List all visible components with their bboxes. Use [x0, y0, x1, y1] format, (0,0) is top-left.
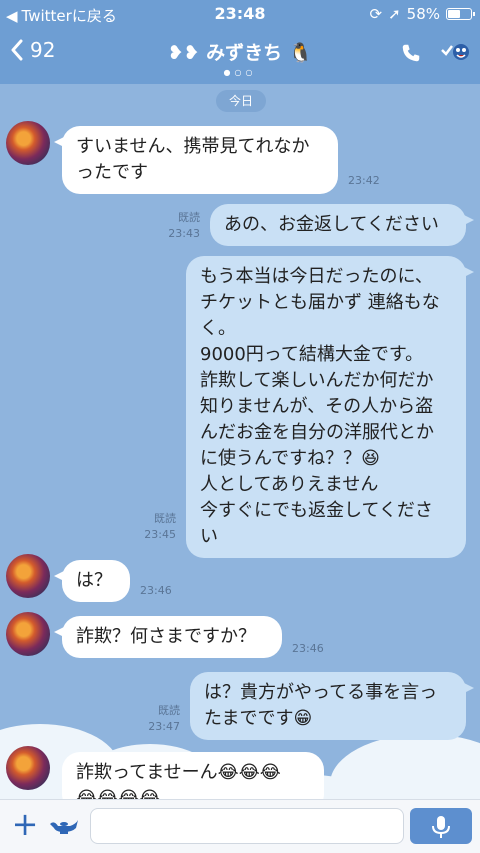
message-time: 23:46	[292, 642, 324, 655]
unread-count: 92	[30, 38, 56, 62]
chat-title-text: みずきち	[206, 42, 283, 64]
status-indicators: ⟳ ➚ 58%	[369, 5, 475, 23]
message-bubble-incoming[interactable]: は？	[54, 560, 130, 602]
page-indicator: ●○○	[223, 68, 257, 77]
rotation-lock-icon: ⟳	[369, 5, 383, 23]
chat-area[interactable]: 今日 すいません、携帯見てれなか ったです 23:42 既読 23:43 あの、…	[0, 84, 480, 799]
read-receipt: 既読	[154, 512, 176, 525]
chat-title[interactable]: ❥❥ みずきち 🐧	[120, 38, 360, 65]
avatar[interactable]	[6, 121, 50, 165]
input-bar: +	[0, 799, 480, 853]
avatar[interactable]	[6, 612, 50, 656]
date-separator: 今日	[216, 90, 266, 112]
phone-icon[interactable]	[400, 42, 422, 64]
mic-button[interactable]	[410, 808, 472, 844]
penguin-icon: 🐧	[288, 42, 313, 64]
location-icon: ➚	[388, 5, 401, 23]
message-bubble-incoming[interactable]: 詐欺ってませーん😂😂😂 😂😂😂😂	[62, 752, 324, 799]
avatar[interactable]	[6, 746, 50, 790]
message-bubble-outgoing[interactable]: あの、お金返してください	[210, 204, 474, 246]
back-button[interactable]: 92	[10, 38, 55, 62]
read-receipt: 既読	[158, 704, 180, 717]
read-receipt: 既読	[178, 211, 200, 224]
battery-icon	[446, 8, 475, 20]
battery-percent: 58%	[406, 5, 440, 23]
message-time: 23:45	[144, 528, 176, 541]
avatar[interactable]	[6, 554, 50, 598]
battery-level	[448, 10, 461, 18]
genie-lamp-icon[interactable]	[48, 814, 80, 836]
message-time: 23:46	[140, 584, 172, 597]
plus-icon[interactable]: +	[10, 808, 40, 840]
message-bubble-incoming[interactable]: すいません、携帯見てれなか ったです	[54, 126, 338, 194]
chat-header: 92 ❥❥ みずきち 🐧 ●○○	[0, 28, 480, 84]
message-bubble-outgoing[interactable]: もう本当は今日だったのに、 チケットとも届かず 連絡もな く。 9000円って結…	[186, 256, 474, 558]
chevron-left-icon	[11, 39, 23, 61]
message-input[interactable]	[90, 808, 404, 844]
message-time: 23:47	[148, 720, 180, 733]
microphone-icon	[432, 816, 450, 838]
genie-menu-icon[interactable]	[440, 40, 470, 66]
message-bubble-outgoing[interactable]: は？貴方がやってる事を言っ たまでです😁	[190, 672, 474, 740]
message-bubble-incoming[interactable]: 詐欺？何さまですか？	[54, 616, 282, 658]
status-bar: ◀ Twitterに戻る 23:48 ⟳ ➚ 58%	[0, 0, 480, 28]
heart-deco-icon: ❥❥	[167, 42, 200, 64]
message-time: 23:43	[168, 227, 200, 240]
message-time: 23:42	[348, 174, 380, 187]
